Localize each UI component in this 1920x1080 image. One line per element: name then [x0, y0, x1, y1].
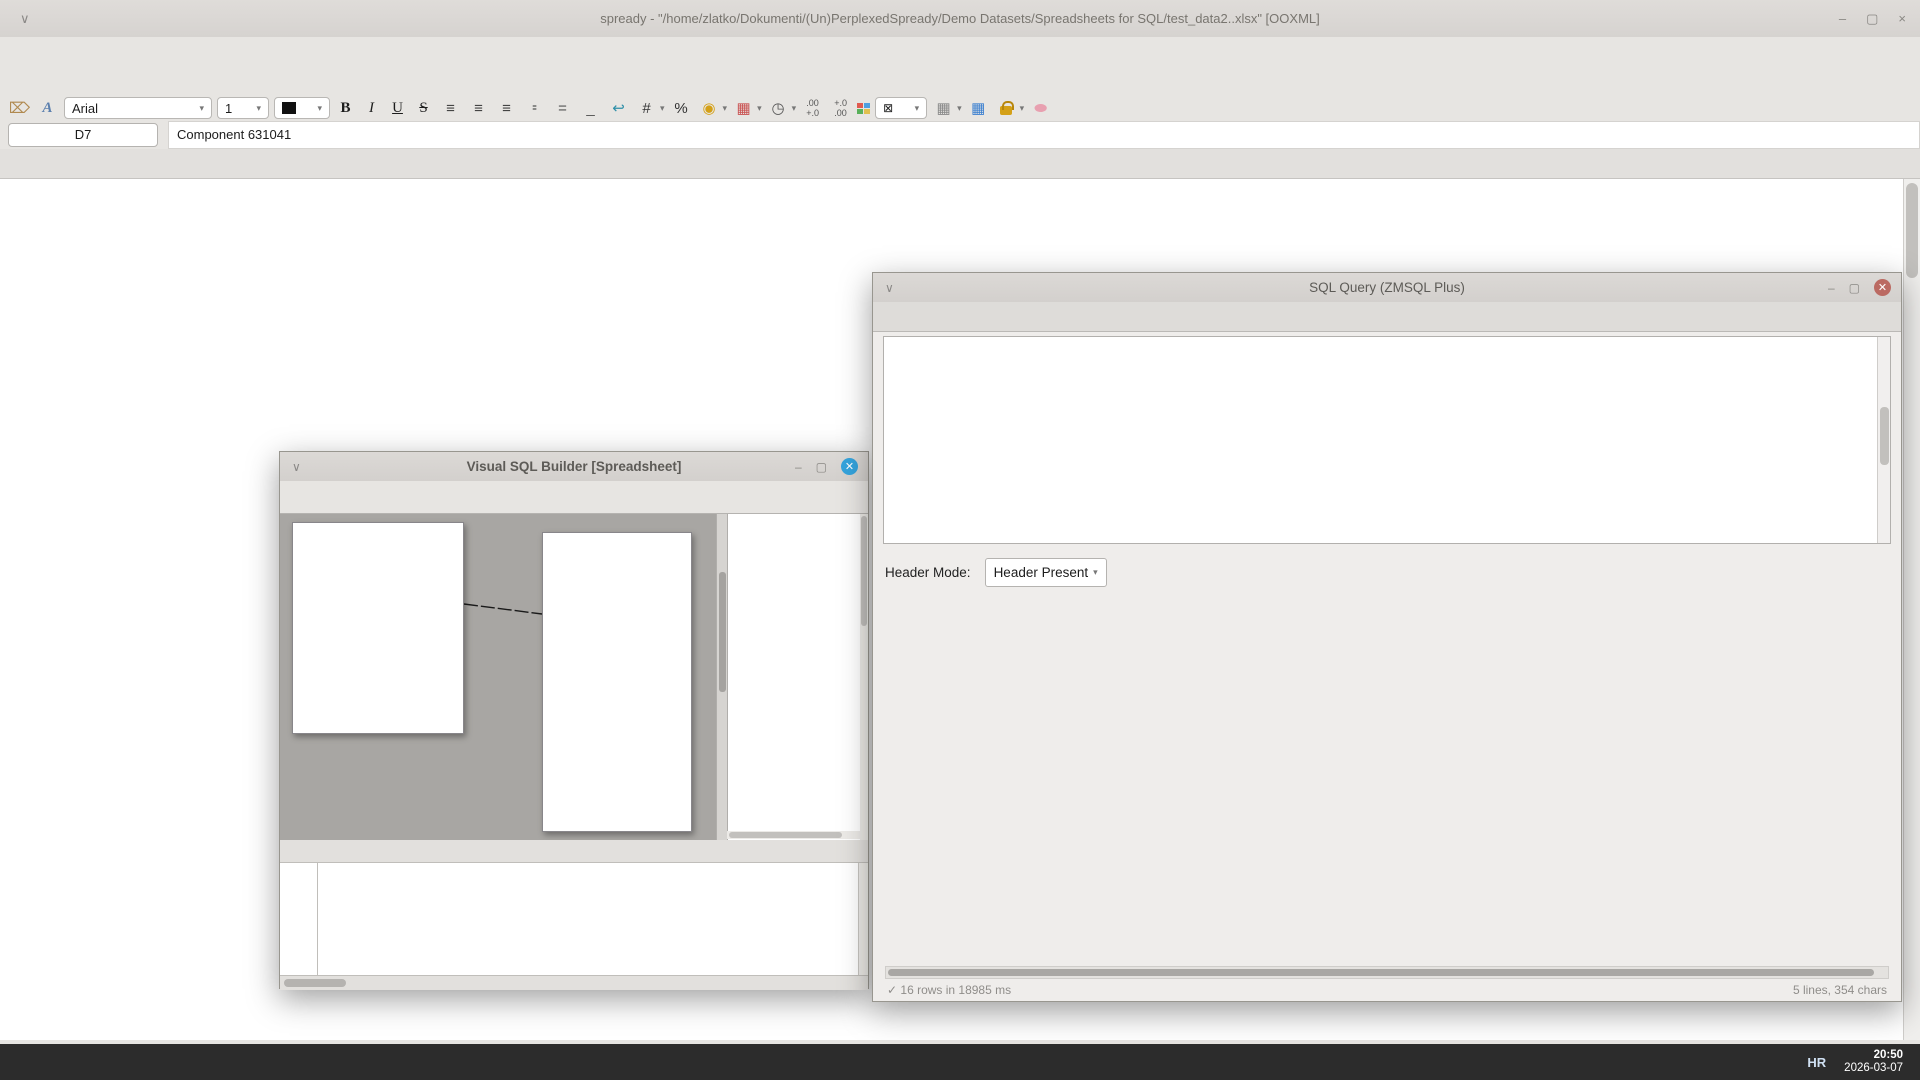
sql-status-bar: ✓ 16 rows in 18985 ms 5 lines, 354 chars — [873, 979, 1901, 997]
strikethrough-button[interactable]: S — [413, 97, 434, 119]
builder-sql-code[interactable] — [318, 863, 868, 975]
taskbar: HR 20:50 2026-03-07 — [0, 1044, 1920, 1080]
color-swatch — [282, 102, 296, 114]
results-horizontal-scrollbar[interactable] — [885, 966, 1889, 979]
builder-canvas — [280, 514, 716, 840]
scrollbar-thumb[interactable] — [1906, 183, 1918, 278]
tree-horizontal-scrollbar[interactable] — [727, 831, 860, 839]
row-count-status: ✓ 16 rows in 18985 ms — [887, 983, 1011, 997]
cell-reference-box[interactable]: D7 — [8, 123, 158, 147]
cell-color-palette-icon[interactable] — [857, 103, 870, 114]
protect-cells-icon[interactable] — [995, 97, 1018, 120]
maximize-button[interactable]: ▢ — [1866, 11, 1878, 27]
scrollbar-thumb[interactable] — [284, 979, 346, 987]
wrap-text-icon[interactable]: ↩ — [607, 97, 630, 120]
window-title: spready - "/home/zlatko/Dokumenti/(Un)Pe… — [0, 11, 1920, 26]
align-center-icon[interactable]: ≡ — [467, 97, 490, 120]
italic-button[interactable]: I — [361, 97, 382, 119]
sql-query-window: ∨ SQL Query (ZMSQL Plus) – ▢ ✕ Header Mo… — [872, 272, 1902, 1002]
builder-toolbar — [280, 481, 868, 513]
main-titlebar: ∨ spready - "/home/zlatko/Dokumenti/(Un)… — [0, 0, 1920, 37]
stocks-table-panel[interactable] — [542, 532, 692, 832]
align-left-icon[interactable]: ≡ — [439, 97, 462, 120]
scrollbar-thumb[interactable] — [888, 969, 1874, 976]
sql-query-editor[interactable] — [883, 336, 1891, 544]
percent-format-icon[interactable]: % — [670, 97, 693, 120]
builder-sql-editor[interactable] — [280, 863, 868, 975]
menubar — [0, 37, 1920, 62]
results-grid — [885, 600, 1901, 960]
visual-sql-builder-window: ∨ Visual SQL Builder [Spreadsheet] – ▢ ✕ — [279, 451, 869, 989]
products-table-panel[interactable] — [292, 522, 464, 734]
formula-input[interactable]: Component 631041 — [168, 121, 1920, 149]
char-count-status: 5 lines, 354 chars — [1793, 983, 1887, 997]
align-top-icon[interactable]: ⹀ — [523, 97, 546, 120]
scrollbar-thumb[interactable] — [1880, 407, 1889, 465]
sql-close-button[interactable]: ✕ — [1874, 279, 1891, 296]
align-right-icon[interactable]: ≡ — [495, 97, 518, 120]
align-bottom-icon[interactable]: _ — [579, 97, 602, 120]
header-mode-label: Header Mode: — [885, 565, 971, 580]
builder-designer-area — [280, 513, 868, 839]
desktop: ∨ spready - "/home/zlatko/Dokumenti/(Un)… — [0, 0, 1920, 1080]
formula-bar: D7 Component 631041 — [0, 121, 1920, 149]
builder-minimize-button[interactable]: – — [795, 460, 802, 474]
table-properties-icon[interactable]: ▦ — [967, 97, 990, 120]
sheet-tab-bar — [0, 149, 1920, 179]
query-vertical-scrollbar[interactable] — [1877, 337, 1890, 543]
font-color-select[interactable]: ▾ — [274, 97, 330, 119]
builder-title: Visual SQL Builder [Spreadsheet] — [280, 459, 868, 474]
taskbar-window-buttons — [16, 1044, 1803, 1080]
sql-minimize-button[interactable]: – — [1828, 281, 1835, 295]
align-middle-icon[interactable]: = — [551, 97, 574, 120]
sql-window-title: SQL Query (ZMSQL Plus) — [873, 280, 1901, 295]
editor-vertical-scrollbar[interactable] — [858, 863, 868, 975]
date-format-icon[interactable]: ▦ — [732, 97, 755, 120]
builder-horizontal-scrollbar[interactable] — [280, 975, 868, 990]
canvas-vertical-scrollbar[interactable] — [716, 514, 727, 840]
time-format-icon[interactable]: ◷ — [767, 97, 790, 120]
main-toolbar — [0, 62, 1920, 95]
builder-tab-bar — [280, 839, 868, 863]
builder-table-tree — [727, 514, 868, 840]
font-select[interactable]: Arial▾ — [64, 97, 212, 119]
minimize-button[interactable]: – — [1839, 11, 1846, 27]
font-style-icon[interactable]: A — [36, 97, 59, 120]
sql-window-tab-bar — [873, 302, 1901, 332]
sql-controls-row: Header Mode: Header Present▾ — [873, 544, 1901, 600]
eraser-icon[interactable]: ⬬ — [1029, 97, 1052, 120]
decrease-decimal-icon[interactable]: .00+.0 — [801, 97, 824, 120]
builder-close-button[interactable]: ✕ — [841, 458, 858, 475]
builder-titlebar: ∨ Visual SQL Builder [Spreadsheet] – ▢ ✕ — [280, 452, 868, 481]
sql-window-titlebar: ∨ SQL Query (ZMSQL Plus) – ▢ ✕ — [873, 273, 1901, 302]
keyboard-layout-indicator[interactable]: HR — [1807, 1055, 1826, 1070]
scrollbar-thumb[interactable] — [719, 572, 726, 692]
sheet-vertical-scrollbar[interactable] — [1903, 179, 1920, 1040]
clock[interactable]: 20:50 2026-03-07 — [1844, 1049, 1903, 1075]
borders-icon[interactable]: ▦ — [932, 97, 955, 120]
sql-maximize-button[interactable]: ▢ — [1849, 281, 1860, 295]
increase-decimal-icon[interactable]: +.0.00 — [829, 97, 852, 120]
format-toolbar: ⌦ A Arial▾ 1▾ ▾ B I U S ≡ ≡ ≡ ⹀ = _ ↩ #▾… — [0, 95, 1920, 121]
currency-format-icon[interactable]: ◉ — [698, 97, 721, 120]
scrollbar-thumb[interactable] — [729, 832, 842, 838]
close-button[interactable]: × — [1898, 11, 1906, 27]
system-tray: HR 20:50 2026-03-07 — [1803, 1049, 1920, 1075]
builder-maximize-button[interactable]: ▢ — [816, 460, 827, 474]
clean-icon[interactable]: ⌦ — [8, 97, 31, 120]
header-mode-select[interactable]: Header Present▾ — [985, 558, 1107, 587]
underline-button[interactable]: U — [387, 97, 408, 119]
tree-vertical-scrollbar[interactable] — [860, 514, 868, 840]
line-number-gutter — [280, 863, 318, 975]
font-size-select[interactable]: 1▾ — [217, 97, 269, 119]
number-format-icon[interactable]: # — [635, 97, 658, 120]
scrollbar-thumb[interactable] — [861, 516, 867, 626]
bold-button[interactable]: B — [335, 97, 356, 119]
validation-select[interactable]: ⊠▾ — [875, 97, 927, 119]
